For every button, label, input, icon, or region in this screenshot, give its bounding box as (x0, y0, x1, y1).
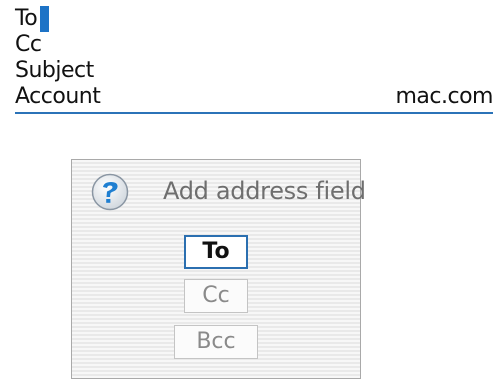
subject-label: Subject (15, 58, 94, 83)
add-address-field-dialog: Add address field To Cc Bcc (71, 159, 366, 379)
dialog-title: Add address field (163, 177, 366, 205)
cc-field[interactable]: Cc (15, 32, 42, 58)
option-cc-button[interactable]: Cc (184, 279, 248, 313)
account-value[interactable]: mac.com (396, 84, 493, 110)
to-field[interactable]: To (15, 6, 50, 32)
text-cursor (40, 6, 50, 32)
option-bcc-button[interactable]: Bcc (174, 325, 258, 359)
account-field[interactable]: Account mac.com (15, 84, 493, 110)
account-label: Account (15, 84, 101, 109)
subject-field[interactable]: Subject (15, 58, 94, 84)
cc-label: Cc (15, 32, 42, 57)
option-to-button[interactable]: To (184, 235, 248, 269)
help-question-icon (91, 173, 129, 211)
to-label: To (15, 6, 38, 31)
header-divider (15, 112, 493, 114)
